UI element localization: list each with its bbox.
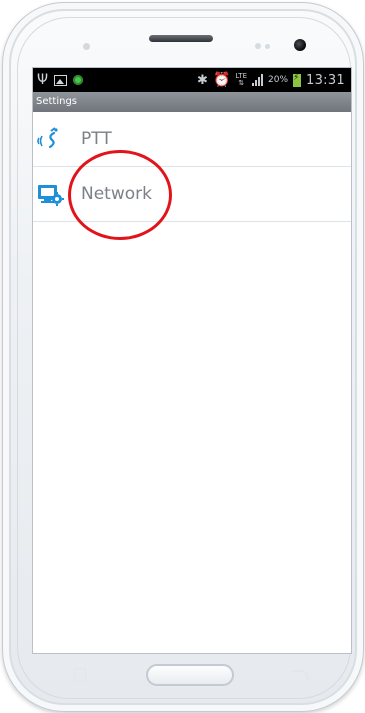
front-sensor-left (83, 43, 90, 50)
settings-item-network[interactable]: Network (33, 167, 351, 222)
front-camera (294, 39, 306, 51)
lte-arrows: ⇅ (238, 79, 245, 87)
status-bar[interactable]: Ψ ✱ ⏰ LTE ⇅ 20% 13:31 (33, 68, 351, 92)
lte-icon: LTE ⇅ (235, 73, 247, 87)
phone-screen: Ψ ✱ ⏰ LTE ⇅ 20% 13:31 Settings (33, 68, 351, 653)
network-settings-icon (36, 180, 64, 208)
settings-list: PTT Network (33, 112, 351, 222)
gallery-icon (54, 74, 68, 86)
status-bar-notifications: Ψ (37, 72, 84, 88)
signal-strength-icon (252, 74, 264, 86)
status-clock: 13:31 (306, 72, 345, 88)
home-button[interactable] (146, 664, 234, 686)
settings-item-ptt[interactable]: PTT (33, 112, 351, 167)
title-bar: Settings (33, 92, 351, 112)
proximity-sensor (255, 43, 261, 49)
page-title: Settings (36, 96, 78, 107)
menu-key-icon[interactable] (74, 668, 86, 682)
app-notification-icon (73, 75, 84, 85)
usb-icon: Ψ (37, 72, 49, 88)
settings-item-ptt-label: PTT (81, 129, 112, 149)
battery-charging-icon (293, 73, 302, 87)
bluetooth-icon: ✱ (197, 72, 208, 88)
status-bar-indicators: ✱ ⏰ LTE ⇅ 20% 13:31 (197, 71, 345, 89)
settings-item-network-label: Network (81, 184, 152, 204)
back-key-icon[interactable] (292, 670, 308, 680)
ptt-voice-icon (36, 125, 64, 153)
earpiece-speaker (149, 35, 213, 42)
alarm-clock-icon: ⏰ (212, 72, 231, 88)
light-sensor (265, 44, 270, 49)
battery-percent: 20% (268, 75, 289, 85)
